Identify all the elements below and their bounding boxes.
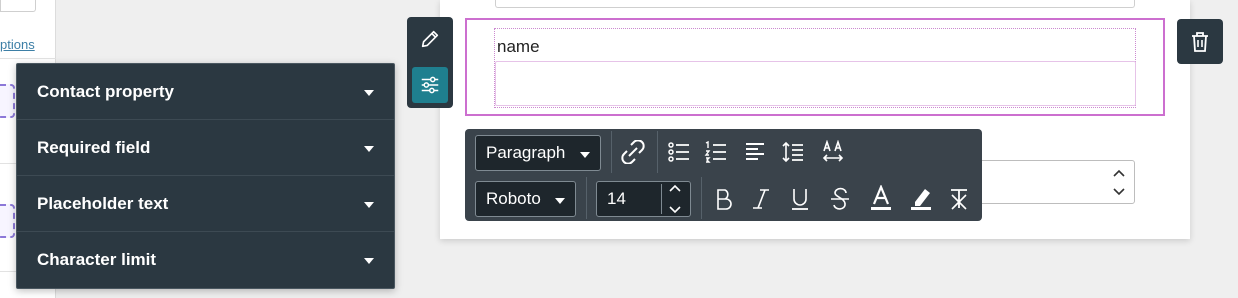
rich-text-toolbar: Paragraph Roboto 14	[465, 129, 982, 221]
accordion-label: Contact property	[37, 81, 174, 101]
caret-down-icon	[364, 258, 374, 264]
bullet-list-button[interactable]	[666, 139, 692, 165]
numbered-list-icon	[704, 140, 726, 163]
accordion-contact-property[interactable]: Contact property	[17, 64, 394, 120]
caret-down-icon	[364, 90, 374, 96]
bullet-list-icon	[668, 142, 689, 162]
toolbar-divider	[701, 177, 702, 219]
underline-button[interactable]	[787, 186, 813, 212]
sliders-icon	[421, 76, 439, 94]
toolbar-divider	[586, 177, 587, 219]
font-family-select[interactable]: Roboto	[475, 181, 576, 217]
unlink-icon	[621, 140, 645, 164]
caret-down-icon	[364, 202, 374, 208]
strikethrough-button[interactable]	[827, 186, 853, 212]
unlink-button[interactable]	[620, 139, 646, 165]
sidebar-dashed-item[interactable]	[0, 84, 15, 118]
chevron-down-icon[interactable]	[1113, 187, 1125, 196]
italic-icon	[753, 189, 769, 209]
font-size-spinner[interactable]	[666, 184, 684, 214]
strikethrough-icon	[831, 187, 849, 210]
number-field-input[interactable]	[964, 160, 1135, 204]
highlight-icon	[911, 189, 931, 210]
underline-icon	[792, 189, 808, 210]
text-color-icon	[871, 185, 891, 210]
caret-down-icon	[555, 198, 565, 204]
numbered-list-button[interactable]	[703, 139, 729, 165]
font-size-value: 14	[607, 189, 626, 208]
caret-down-icon	[580, 152, 590, 158]
accordion-character-limit[interactable]: Character limit	[17, 232, 394, 288]
accordion-label: Character limit	[37, 250, 157, 269]
clear-format-icon	[951, 189, 967, 210]
block-format-select[interactable]: Paragraph	[475, 135, 601, 171]
number-spinner[interactable]	[1112, 163, 1126, 201]
accordion-label: Required field	[37, 137, 151, 157]
align-left-button[interactable]	[742, 139, 768, 165]
name-field-input[interactable]	[495, 61, 1136, 106]
options-link[interactable]: ptions	[0, 37, 35, 52]
field-tools	[407, 17, 453, 108]
toolbar-divider	[657, 131, 658, 173]
chevron-down-icon[interactable]	[669, 206, 681, 214]
pencil-icon	[421, 30, 439, 48]
align-left-icon	[746, 143, 764, 160]
sidebar-top-field[interactable]	[0, 0, 36, 12]
settings-button[interactable]	[412, 67, 448, 103]
line-height-icon	[782, 141, 803, 163]
accordion-label: Placeholder text	[37, 193, 169, 213]
chevron-up-icon[interactable]	[669, 184, 681, 192]
field-settings-panel: Contact property Required field Placehol…	[16, 63, 395, 289]
text-color-button[interactable]	[868, 185, 894, 211]
previous-field-input[interactable]	[495, 0, 1135, 8]
toolbar-divider	[611, 131, 612, 173]
block-format-value: Paragraph	[486, 143, 566, 162]
edit-button[interactable]	[412, 21, 448, 57]
delete-button[interactable]	[1177, 19, 1223, 64]
sidebar-dashed-item[interactable]	[0, 204, 15, 238]
line-height-button[interactable]	[780, 139, 806, 165]
trash-icon	[1192, 31, 1208, 52]
font-size-input[interactable]: 14	[596, 181, 691, 217]
sidebar-divider	[0, 58, 56, 59]
italic-button[interactable]	[748, 186, 774, 212]
chevron-up-icon[interactable]	[1113, 169, 1125, 177]
highlight-button[interactable]	[908, 185, 934, 211]
spinner-divider	[661, 184, 662, 214]
bold-button[interactable]	[711, 186, 737, 212]
field-label[interactable]: name	[497, 37, 540, 57]
letter-spacing-button[interactable]	[820, 139, 846, 165]
accordion-required-field[interactable]: Required field	[17, 120, 394, 176]
letter-spacing-icon	[822, 140, 844, 162]
caret-down-icon	[364, 146, 374, 152]
accordion-placeholder-text[interactable]: Placeholder text	[17, 176, 394, 232]
selected-field-block[interactable]: name	[465, 18, 1165, 116]
bold-icon	[717, 189, 732, 210]
font-family-value: Roboto	[486, 189, 541, 208]
clear-format-button[interactable]	[946, 186, 972, 212]
